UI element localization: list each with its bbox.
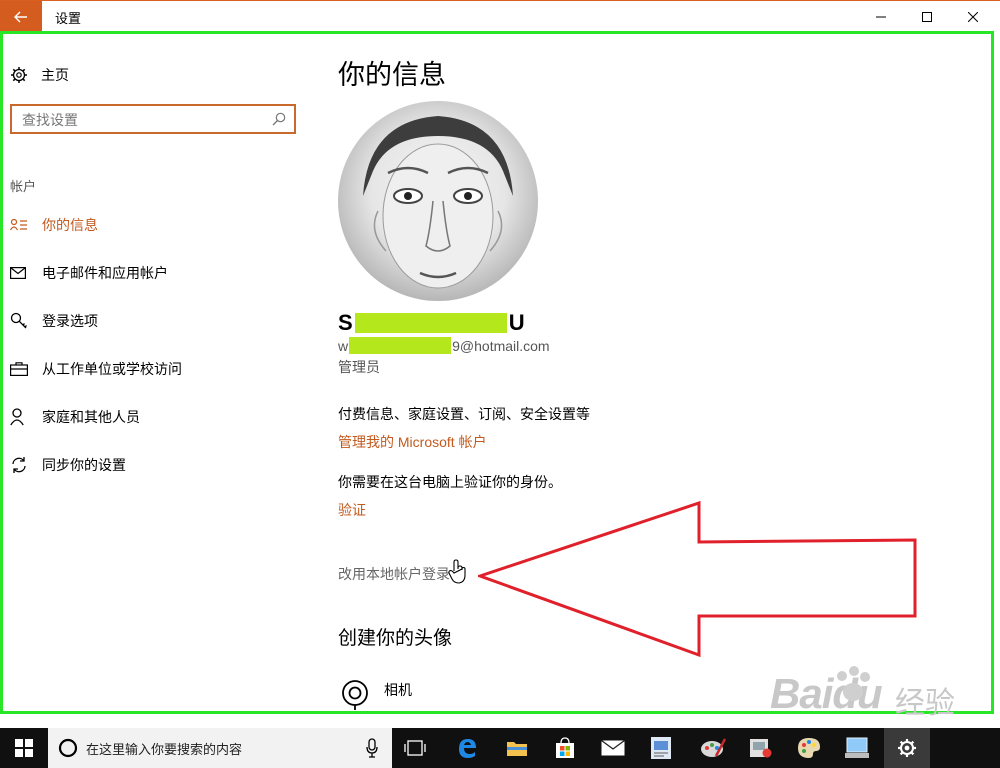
sidebar-item-label: 家庭和其他人员 <box>42 409 140 425</box>
settings-search[interactable] <box>10 104 296 134</box>
paint-palette-icon <box>798 738 820 758</box>
sidebar-item-sign-in-options[interactable]: 登录选项 <box>10 311 98 331</box>
maximize-icon <box>922 11 932 22</box>
paint-button[interactable] <box>690 728 736 768</box>
redaction-bar <box>349 337 452 354</box>
edge-button[interactable] <box>444 728 490 768</box>
task-view-button[interactable] <box>392 728 438 768</box>
sidebar-item-email-accounts[interactable]: 电子邮件和应用帐户 <box>10 263 168 283</box>
user-name-first: S <box>338 310 353 335</box>
paint-palette-button[interactable] <box>786 728 832 768</box>
start-button[interactable] <box>0 728 48 768</box>
mail-icon <box>10 264 30 282</box>
redaction-bar <box>354 313 507 333</box>
sidebar-item-label: 电子邮件和应用帐户 <box>42 265 168 281</box>
sidebar-item-sync[interactable]: 同步你的设置 <box>10 455 126 475</box>
sidebar-item-label: 从工作单位或学校访问 <box>42 361 182 377</box>
microphone-icon[interactable] <box>366 738 378 758</box>
settings-sidebar: 主页 帐户 你的信息 电子邮件和应用帐户 <box>0 31 310 714</box>
minimize-icon <box>876 16 886 17</box>
maximize-button[interactable] <box>904 1 950 32</box>
create-avatar-heading: 创建你的头像 <box>338 628 453 649</box>
sidebar-item-your-info[interactable]: 你的信息 <box>10 215 98 235</box>
store-button[interactable] <box>542 728 588 768</box>
page-title: 你的信息 <box>338 60 446 90</box>
key-icon <box>10 312 30 330</box>
back-arrow-icon <box>14 11 27 22</box>
user-photo <box>363 116 513 289</box>
gear-icon <box>11 67 27 83</box>
minimize-button[interactable] <box>858 1 904 32</box>
windows-start-icon <box>15 739 33 757</box>
remote-desktop-icon <box>845 737 869 758</box>
cortana-icon <box>58 738 78 758</box>
search-input[interactable] <box>20 109 264 131</box>
close-button[interactable] <box>950 1 996 32</box>
sidebar-item-family[interactable]: 家庭和其他人员 <box>10 407 140 427</box>
verify-link[interactable]: 验证 <box>338 500 366 520</box>
remote-desktop-button[interactable] <box>834 728 880 768</box>
sidebar-item-label: 你的信息 <box>42 217 98 233</box>
file-explorer-icon <box>507 742 527 756</box>
search-icon[interactable] <box>272 112 286 126</box>
photo-app-button[interactable] <box>638 728 684 768</box>
user-name-last: U <box>508 310 525 335</box>
settings-app-button[interactable] <box>884 728 930 768</box>
local-account-link[interactable]: 改用本地帐户登录 <box>338 564 450 584</box>
home-label: 主页 <box>41 67 69 83</box>
sync-icon <box>10 456 30 474</box>
taskbar-search-placeholder: 在这里输入你要搜索的内容 <box>86 741 243 757</box>
taskbar-search[interactable]: 在这里输入你要搜索的内容 <box>48 728 392 768</box>
photo-app-icon <box>651 737 671 759</box>
person-card-icon <box>10 216 30 234</box>
verify-description: 你需要在这台电脑上验证你的身份。 <box>338 474 562 490</box>
manage-account-link[interactable]: 管理我的 Microsoft 帐户 <box>338 432 487 452</box>
taskbar: 在这里输入你要搜索的内容 <box>0 728 1000 768</box>
annotation-arrow <box>478 500 917 658</box>
media-app-button[interactable] <box>738 728 784 768</box>
close-icon <box>968 11 978 22</box>
briefcase-icon <box>10 360 30 378</box>
sidebar-item-label: 登录选项 <box>42 313 98 329</box>
section-label-accounts: 帐户 <box>10 179 37 194</box>
paint-icon <box>701 738 726 757</box>
mail-icon <box>601 740 625 756</box>
store-icon <box>556 737 574 758</box>
mail-app-button[interactable] <box>590 728 636 768</box>
home-nav-item[interactable]: 主页 <box>10 65 69 85</box>
user-email-suffix: 9@hotmail.com <box>452 337 550 354</box>
window-title-bar: 设置 <box>0 0 1000 32</box>
edge-icon <box>459 739 476 758</box>
camera-label: 相机 <box>384 682 412 698</box>
user-role: 管理员 <box>338 359 380 375</box>
camera-icon <box>342 680 368 714</box>
user-email: w 9@hotmail.com <box>338 337 550 354</box>
user-name: S U <box>338 310 525 336</box>
sidebar-item-work-school[interactable]: 从工作单位或学校访问 <box>10 359 182 379</box>
camera-option[interactable]: 相机 <box>338 676 412 716</box>
file-explorer-button[interactable] <box>494 728 540 768</box>
task-view-icon <box>404 740 426 756</box>
window-title: 设置 <box>55 11 82 26</box>
avatar <box>338 101 538 301</box>
settings-gear-icon <box>898 739 916 757</box>
people-icon <box>10 408 30 426</box>
sidebar-item-label: 同步你的设置 <box>42 457 126 473</box>
back-button[interactable] <box>0 1 42 32</box>
media-app-icon <box>750 739 772 758</box>
user-email-prefix: w <box>338 337 349 354</box>
billing-description: 付费信息、家庭设置、订阅、安全设置等 <box>338 406 590 422</box>
hand-cursor-icon <box>448 559 466 584</box>
